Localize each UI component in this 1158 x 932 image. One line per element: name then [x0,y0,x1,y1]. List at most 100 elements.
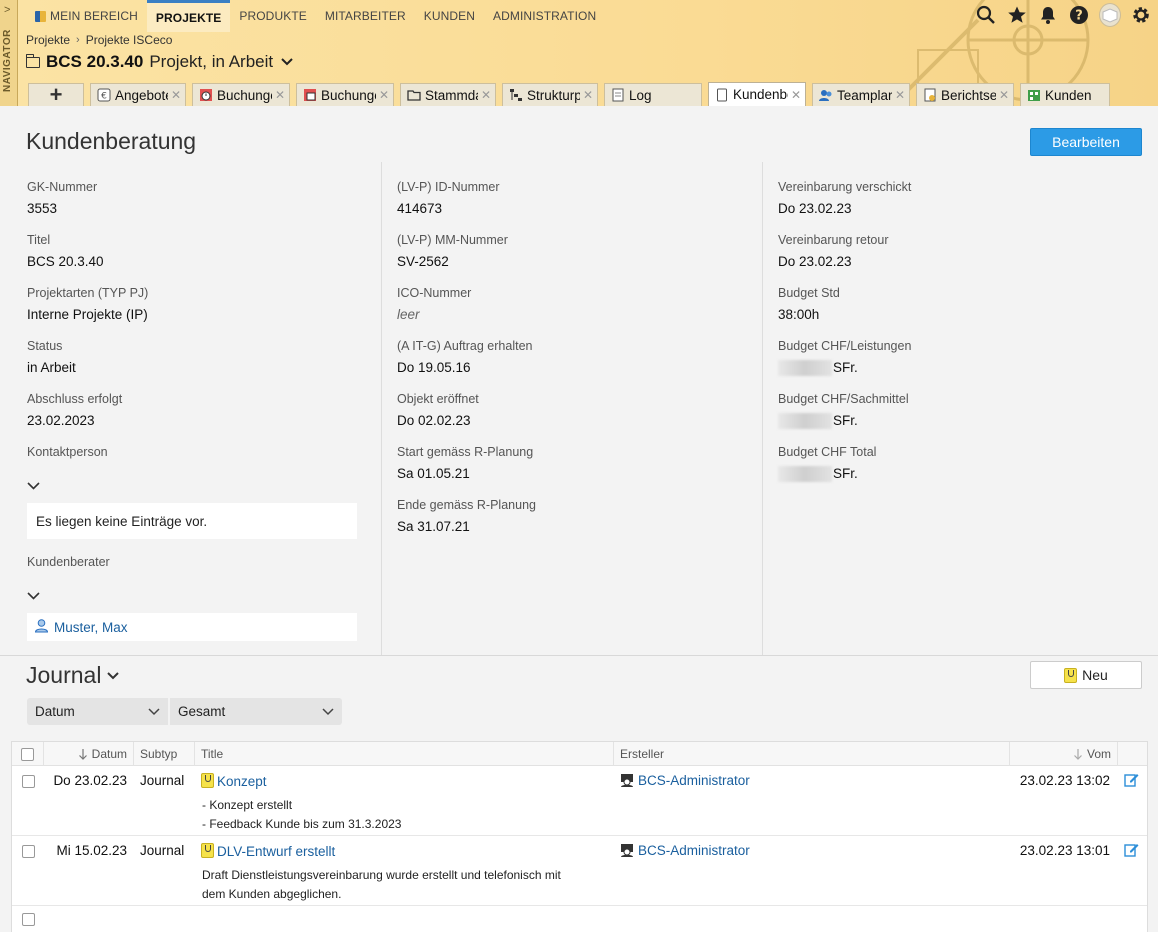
tab-berichtserstattung[interactable]: Berichtse ✕ [916,83,1014,106]
row-title-link[interactable]: DLV-Entwurf erstellt [217,844,335,859]
menu-mitarbeiter[interactable]: MITARBEITER [316,0,415,32]
field-vereinbarung-verschickt: Vereinbarung verschickt Do 23.02.23 [778,180,912,216]
close-icon[interactable]: ✕ [791,88,801,102]
date-filter-select[interactable]: Datum [27,698,168,725]
close-icon[interactable]: ✕ [275,88,285,102]
tab-kunden[interactable]: Kunden [1020,83,1110,106]
close-icon[interactable]: ✕ [171,88,181,102]
col-header-subtyp[interactable]: Subtyp [134,742,195,766]
section-divider [0,655,1158,656]
chevron-down-icon[interactable] [281,55,293,69]
kontakt-expand-toggle[interactable] [27,477,381,493]
col-header-vom[interactable]: Vom [1010,742,1118,766]
person-icon [34,618,49,636]
field-gk-nummer: GK-Nummer 3553 [27,180,98,216]
row-datum: Do 23.02.23 [53,773,127,788]
add-tab-button[interactable]: + [28,82,84,106]
table-row[interactable]: Mi 15.02.23 Journal DLV-Entwurf erstellt… [12,836,1147,906]
close-icon[interactable]: ✕ [379,88,389,102]
report-icon [923,88,937,102]
col-header-title[interactable]: Title [195,742,614,766]
row-ersteller[interactable]: BCS-Administrator [620,843,750,858]
new-journal-button[interactable]: Neu [1030,661,1142,689]
journal-title[interactable]: Journal [26,662,120,689]
row-title-link[interactable]: Konzept [217,774,267,789]
gear-icon[interactable] [1130,4,1152,26]
field-budget-total: Budget CHF Total SFr. [778,445,877,483]
close-icon[interactable]: ✕ [583,88,593,102]
scope-filter-select[interactable]: Gesamt [170,698,342,725]
folder-icon [25,53,40,68]
row-title[interactable]: Konzept [201,773,267,789]
chevron-right-icon[interactable]: > [4,4,10,16]
detail-fields: GK-Nummer 3553 Titel BCS 20.3.40 Projektar… [0,162,1158,656]
row-checkbox[interactable] [22,913,35,926]
field-lvp-id: (LV-P) ID-Nummer 414673 [397,180,500,216]
row-datum: Mi 15.02.23 [56,843,127,858]
close-icon[interactable]: ✕ [999,88,1009,102]
close-icon[interactable]: ✕ [481,88,491,102]
menu-administration[interactable]: ADMINISTRATION [484,0,605,32]
header-tools: ? [975,3,1152,27]
menu-produkte[interactable]: PRODUKTE [230,0,315,32]
breadcrumb-projekte-isceco[interactable]: Projekte ISCeco [86,33,173,47]
row-title[interactable]: DLV-Entwurf erstellt [201,843,335,859]
chevron-down-icon[interactable] [107,668,120,683]
edit-button[interactable]: Bearbeiten [1030,128,1142,156]
svg-text:€: € [101,92,107,102]
tab-bar: + € Angebote ✕ Buchunge ✕ Buchunge ✕ Stammd… [28,82,1110,106]
tab-angebote[interactable]: € Angebote ✕ [90,83,186,106]
tab-stammdaten[interactable]: Stammda ✕ [400,83,496,106]
tab-log[interactable]: Log [604,83,702,106]
tab-teamplan[interactable]: Teamplar ✕ [812,83,910,106]
menu-projekte[interactable]: PROJEKTE [146,0,231,32]
row-ersteller[interactable]: BCS-Administrator [620,773,750,788]
table-row[interactable] [12,906,1147,931]
kontakt-empty-message: Es liegen keine Einträge vor. [27,503,357,539]
col-header-datum[interactable]: Datum [44,742,134,766]
tab-buchungen-2[interactable]: Buchunge ✕ [296,83,394,106]
row-checkbox[interactable] [22,845,35,858]
tab-strukturplan[interactable]: Strukturp ✕ [502,83,598,106]
project-title[interactable]: BCS 20.3.40 Projekt, in Arbeit [25,52,293,72]
bell-icon[interactable] [1037,4,1059,26]
chevron-down-icon[interactable] [27,592,40,600]
project-name: BCS 20.3.40 [46,52,144,71]
field-status: Status in Arbeit [27,339,76,375]
field-vereinbarung-retour: Vereinbarung retour Do 23.02.23 [778,233,889,269]
tab-buchungen-1[interactable]: Buchunge ✕ [192,83,290,106]
select-all-checkbox[interactable] [21,747,34,761]
field-kontaktperson: Kontaktperson [27,445,108,459]
row-description: - Konzept erstellt - Feedback Kunde bis … [202,798,402,831]
field-projektarten: Projektarten (TYP PJ) Interne Projekte (I… [27,286,149,322]
field-titel: Titel BCS 20.3.40 [27,233,104,269]
field-start: Start gemäss R-Planung Sa 01.05.21 [397,445,534,481]
field-lvp-mm: (LV-P) MM-Nummer SV-2562 [397,233,508,269]
col-header-ersteller[interactable]: Ersteller [614,742,1010,766]
avatar-icon [1099,3,1121,27]
close-icon[interactable]: ✕ [895,88,905,102]
kundenberater-entry[interactable]: Muster, Max [27,613,357,641]
berater-expand-toggle[interactable] [27,587,381,603]
kundenberater-name[interactable]: Muster, Max [54,620,128,635]
help-icon[interactable]: ? [1068,4,1090,26]
menu-kunden[interactable]: KUNDEN [415,0,484,32]
tab-kundenberatung[interactable]: Kundenbe✕ [708,82,806,106]
redacted-value [778,360,832,377]
menu-mein-bereich[interactable]: MEIN BEREICH [26,0,147,32]
user-avatar[interactable] [1099,3,1121,27]
field-column-3: Vereinbarung verschickt Do 23.02.23 Verei… [762,162,1158,656]
navigator-strip[interactable]: > NAVIGATOR [0,0,18,106]
app-header: MEIN BEREICH PROJEKTE PRODUKTE MITARBEIT… [18,0,1158,106]
field-ende: Ende gemäss R-Planung Sa 31.07.21 [397,498,536,534]
breadcrumb-projekte[interactable]: Projekte [26,33,70,47]
row-checkbox[interactable] [22,775,35,788]
folder-icon [407,88,421,102]
edit-icon[interactable] [1124,842,1139,860]
chevron-down-icon[interactable] [27,482,40,490]
table-row[interactable]: Do 23.02.23 Journal Konzept - Konzept er… [12,766,1147,836]
star-icon[interactable] [1006,4,1028,26]
search-icon[interactable] [975,4,997,26]
edit-icon[interactable] [1124,772,1139,790]
field-budget-leistungen: Budget CHF/Leistungen SFr. [778,339,912,377]
